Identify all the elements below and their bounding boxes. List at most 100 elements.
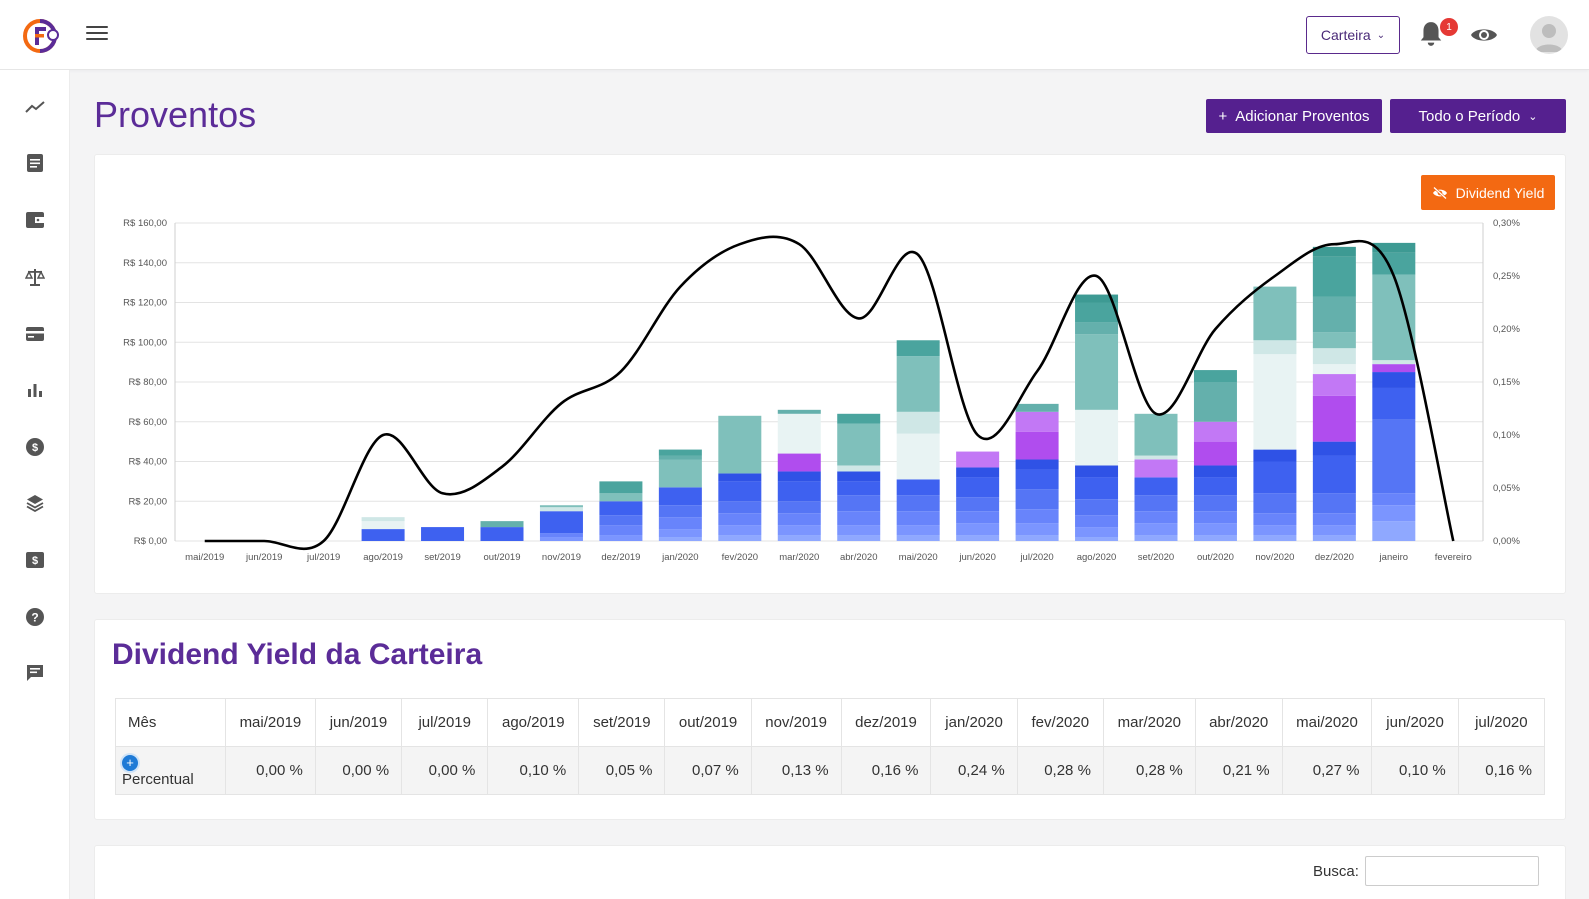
eye-icon[interactable] — [1470, 24, 1498, 46]
dividend-yield-title: Dividend Yield da Carteira — [112, 638, 483, 671]
bar-segment — [777, 481, 821, 502]
table-cell: 0,00 % — [225, 746, 316, 795]
table-header-cell: out/2019 — [664, 698, 752, 747]
bar-segment — [956, 467, 1000, 478]
y-tick-label: R$ 60,00 — [128, 417, 167, 428]
sidebar-item-balance-icon[interactable] — [22, 264, 48, 290]
bar-segment — [1075, 302, 1119, 323]
sidebar: $ $ ? — [0, 70, 70, 899]
bar-segment — [896, 340, 940, 357]
table-row: +Percentual 0,00 % 0,00 % 0,00 % 0,10 % 0,05… — [115, 746, 1546, 795]
bar-segment — [1372, 493, 1416, 506]
bar-segment — [1312, 513, 1356, 526]
menu-toggle-icon[interactable] — [86, 26, 108, 44]
svg-text:$: $ — [32, 442, 38, 454]
bar-segment — [1253, 461, 1297, 494]
period-select-button[interactable]: Todo o Período ⌄ — [1390, 99, 1566, 133]
app-logo[interactable] — [22, 17, 60, 55]
expand-row-icon[interactable]: + — [122, 754, 138, 771]
table-header-cell: set/2019 — [578, 698, 666, 747]
table-header-cell: ago/2019 — [487, 698, 580, 747]
bar-segment — [1134, 477, 1178, 496]
bar-segment — [599, 535, 643, 541]
bar-segment — [1075, 537, 1119, 541]
bar-segment — [1134, 459, 1178, 478]
chevron-down-icon: ⌄ — [1376, 29, 1386, 41]
bar-segment — [896, 356, 940, 412]
x-tick-label: dez/2020 — [1315, 552, 1354, 563]
x-tick-label: mai/2020 — [899, 552, 938, 563]
sidebar-item-money-icon[interactable]: $ — [22, 547, 48, 573]
table-header-cell: jan/2020 — [930, 698, 1018, 747]
table-header-cell: mar/2020 — [1102, 698, 1196, 747]
x-tick-label: fevereiro — [1435, 552, 1472, 563]
bar-segment — [777, 409, 821, 414]
plus-icon: + — [1218, 107, 1228, 125]
top-bar: Carteira ⌄ 1 — [0, 0, 1589, 70]
bar-segment — [1015, 535, 1059, 541]
sidebar-item-feedback-icon[interactable] — [22, 660, 48, 686]
bar-segment — [480, 521, 524, 528]
user-avatar[interactable] — [1530, 16, 1568, 54]
bar-segment — [1015, 489, 1059, 510]
x-tick-label: mar/2020 — [779, 552, 819, 563]
sidebar-item-help-icon[interactable]: ? — [22, 604, 48, 630]
table-header-cell: mai/2019 — [225, 698, 316, 747]
sidebar-item-trending-icon[interactable] — [22, 94, 48, 120]
table-cell: 0,27 % — [1281, 746, 1373, 795]
x-tick-label: jun/2020 — [958, 552, 995, 563]
bar-segment — [361, 529, 405, 541]
proventos-chart-card: R$ 0,00 R$ 20,00 R$ 40,00 R$ 60,00 R$ 80,00 R… — [94, 154, 1566, 594]
y-tick-label: R$ 0,00 — [134, 536, 167, 547]
sidebar-item-document-icon[interactable] — [22, 150, 48, 176]
add-proventos-label: Adicionar Proventos — [1235, 107, 1370, 125]
sidebar-item-wallet-icon[interactable] — [22, 207, 48, 233]
table-header-cell: jun/2019 — [314, 698, 403, 747]
bar-segment — [1193, 511, 1237, 524]
bar-segment — [837, 481, 881, 496]
bar-segment — [896, 479, 940, 496]
sidebar-item-layers-icon[interactable] — [22, 490, 48, 516]
dividend-yield-toggle-button[interactable]: Dividend Yield — [1421, 175, 1555, 210]
bar-segment — [896, 433, 940, 480]
bar-segment — [1312, 441, 1356, 456]
wallet-select[interactable]: Carteira ⌄ — [1306, 16, 1400, 54]
table-header-cell: Mês — [115, 698, 226, 747]
bar-segment — [1075, 322, 1119, 335]
bar-segment — [1193, 465, 1237, 478]
sidebar-item-dollar-icon[interactable]: $ — [22, 434, 48, 460]
bar-segment — [956, 511, 1000, 524]
bar-segment — [1015, 403, 1059, 412]
bar-segment — [1372, 372, 1416, 388]
row-label: Percentual — [122, 770, 194, 788]
bar-segment — [1253, 525, 1297, 536]
bar-segment — [599, 515, 643, 526]
bar-segment — [1193, 535, 1237, 541]
table-cell: 0,16 % — [840, 746, 932, 795]
bar-segment — [1372, 387, 1416, 420]
table-cell: 0,10 % — [1371, 746, 1459, 795]
bar-segment — [718, 473, 762, 482]
bar-segment — [1253, 286, 1297, 341]
table-header-row: Mês mai/2019 jun/2019 jul/2019 ago/2019 set/… — [115, 698, 1546, 747]
notification-badge: 1 — [1440, 18, 1458, 36]
bar-segment — [361, 521, 405, 530]
bar-segment — [658, 505, 702, 518]
sidebar-item-card-icon[interactable] — [22, 321, 48, 347]
table-cell: 0,00 % — [314, 746, 403, 795]
bar-segment — [658, 537, 702, 541]
y-tick-label: R$ 160,00 — [123, 218, 167, 229]
y2-tick-label: 0,20% — [1493, 324, 1520, 335]
bar-segment — [956, 523, 1000, 536]
transactions-card: Busca: — [94, 845, 1566, 899]
bar-segment — [1193, 382, 1237, 422]
bar-segment — [718, 481, 762, 502]
add-proventos-button[interactable]: + Adicionar Proventos — [1206, 99, 1382, 133]
table-header-cell: jun/2020 — [1371, 698, 1459, 747]
sidebar-item-bar-chart-icon[interactable] — [22, 377, 48, 403]
bar-segment — [1075, 409, 1119, 466]
bar-segment — [777, 453, 821, 472]
bar-segment — [1253, 340, 1297, 355]
search-input[interactable] — [1365, 856, 1539, 886]
bar-segment — [896, 511, 940, 526]
